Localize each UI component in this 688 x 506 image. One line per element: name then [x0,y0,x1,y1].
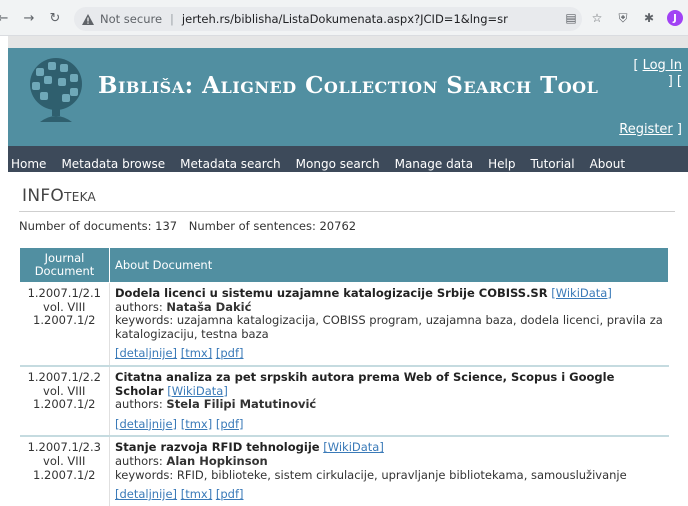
document-reference: 1.2007.1/2.1 vol. VIII 1.2007.1/2 [19,282,110,367]
back-icon[interactable]: ← [0,7,14,29]
issue-id: 1.2007.1/2 [33,397,96,412]
extensions-puzzle-icon[interactable]: ✱ [636,5,662,31]
tree-logo-icon [30,58,82,122]
authors-label: authors: [115,453,163,468]
authors-label: authors: [115,397,163,412]
keywords-text: RFID, biblioteke, sistem cirkulacije, up… [176,467,627,482]
url-text[interactable]: jerteh.rs/biblisha/ListaDokumenata.aspx?… [182,12,508,26]
volume-label: vol. VIII [43,383,86,398]
menu-tutorial[interactable]: Tutorial [530,157,574,171]
author-name: Nataša Dakić [166,299,252,314]
pdf-link[interactable]: [pdf] [216,417,244,431]
tmx-link[interactable]: [tmx] [181,487,213,501]
tmx-link[interactable]: [tmx] [181,346,213,361]
document-id: 1.2007.1/2.3 [27,440,101,455]
menu-manage-data[interactable]: Manage data [395,157,474,171]
bookmark-star-icon[interactable]: ☆ [584,5,610,31]
document-info: Dodela licenci u sistemu uzajamne katalo… [109,282,669,367]
avatar: J [667,10,683,26]
header-top-strip [8,36,688,48]
issue-id: 1.2007.1/2 [33,467,96,482]
table-row: 1.2007.1/2.1 vol. VIII 1.2007.1/2 Dodela… [19,282,669,367]
details-link[interactable]: [detaljnije] [115,417,177,431]
keywords-label: keywords: [115,467,174,482]
document-title: Dodela licenci u sistemu uzajamne katalo… [115,286,548,300]
menu-help[interactable]: Help [488,157,515,171]
table-row: 1.2007.1/2.3 vol. VIII 1.2007.1/2 Stanje… [19,436,669,506]
pdf-link[interactable]: [pdf] [216,346,244,361]
site-title: Bibliša: Aligned Collection Search Tool [98,72,599,99]
volume-label: vol. VIII [43,453,86,468]
details-link[interactable]: [detaljnije] [115,487,177,501]
document-id: 1.2007.1/2.1 [27,286,101,300]
document-count: Number of documents: 137 [19,219,178,233]
author-name: Alan Hopkinson [166,453,268,468]
menu-metadata-browse[interactable]: Metadata browse [61,157,165,171]
column-header-about-document: About Document [109,247,669,283]
issue-id: 1.2007.1/2 [33,313,96,328]
table-row: 1.2007.1/2.2 vol. VIII 1.2007.1/2 Citatn… [19,365,669,438]
login-area: [ Log In] [ [633,58,682,89]
document-reference: 1.2007.1/2.2 vol. VIII 1.2007.1/2 [19,365,110,438]
heading-divider [19,211,675,212]
sentence-count: Number of sentences: 20762 [188,219,357,233]
address-bar[interactable]: Not secure | jerteh.rs/biblisha/ListaDok… [74,7,582,31]
keywords-text: uzajamna katalogizacija, COBISS program,… [115,313,663,341]
volume-label: vol. VIII [43,299,86,314]
register-area: Register ] [619,122,682,137]
document-id: 1.2007.1/2.2 [27,369,101,384]
document-info: Citatna analiza za pet srpskih autora pr… [109,365,669,438]
document-reference: 1.2007.1/2.3 vol. VIII 1.2007.1/2 [19,436,110,506]
login-link[interactable]: Log In [643,58,682,73]
url-separator: | [170,12,174,26]
author-name: Stela Filipi Matutinović [166,397,317,412]
details-link[interactable]: [detaljnije] [115,346,177,361]
warning-icon [82,13,94,25]
security-label: Not secure [100,12,163,26]
reload-icon[interactable]: ↻ [44,7,66,29]
menu-home[interactable]: Home [11,157,46,171]
register-link[interactable]: Register [619,122,673,137]
forward-icon[interactable]: → [18,7,40,29]
column-header-journal-document: Journal Document [19,247,110,283]
site-banner: Bibliša: Aligned Collection Search Tool … [8,48,688,146]
menu-mongo-search[interactable]: Mongo search [296,157,380,171]
document-info: Stanje razvoja RFID tehnologije [WikiDat… [109,436,669,506]
wikidata-link[interactable]: [WikiData] [167,384,228,398]
menu-about[interactable]: About [590,157,625,171]
collection-stats: Number of documents: 137 Number of sente… [19,219,356,233]
authors-label: authors: [115,299,163,314]
tmx-link[interactable]: [tmx] [181,417,213,431]
menu-metadata-search[interactable]: Metadata search [180,157,281,171]
wikidata-link[interactable]: [WikiData] [323,440,384,455]
documents-table: Journal Document About Document 1.2007.1… [19,247,669,506]
wikidata-link[interactable]: [WikiData] [551,286,612,300]
profile-button[interactable]: J [662,5,688,31]
main-menu: Home Metadata browse Metadata search Mon… [8,146,688,172]
translate-icon[interactable]: ▤ [558,5,584,31]
pdf-link[interactable]: [pdf] [216,487,244,501]
document-title: Stanje razvoja RFID tehnologije [115,440,320,455]
browser-toolbar: ← → ↻ Not secure | jerteh.rs/biblisha/Li… [0,0,688,36]
shield-extension-icon[interactable]: ⛨ [610,5,636,31]
keywords-label: keywords: [115,313,174,328]
page-title: INFOteka [22,186,97,206]
